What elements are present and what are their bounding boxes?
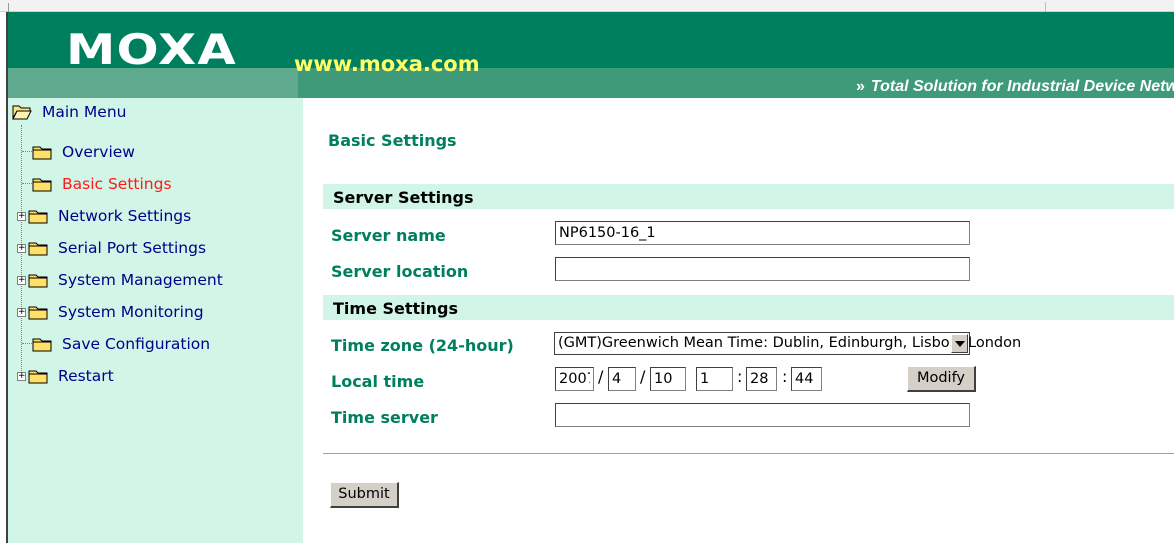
- sidebar-item-label: Basic Settings: [62, 175, 172, 193]
- sidebar-item-restart[interactable]: + Restart: [17, 366, 114, 386]
- sidebar-item-network-settings[interactable]: + Network Settings: [17, 206, 191, 226]
- date-separator: /: [598, 367, 604, 386]
- main-content: Basic Settings Server Settings Server na…: [303, 98, 1174, 543]
- folder-icon: [28, 370, 48, 384]
- sidebar-item-label: Restart: [58, 367, 114, 385]
- page-header: MOXA www.moxa.com » Total Solution for In…: [8, 12, 1174, 98]
- local-time-label: Local time: [331, 372, 425, 391]
- sidebar-item-system-monitoring[interactable]: + System Monitoring: [17, 302, 204, 322]
- sidebar-item-label: System Monitoring: [58, 303, 204, 321]
- sidebar-item-label: Main Menu: [42, 103, 127, 121]
- time-server-label: Time server: [331, 408, 438, 427]
- sidebar-item-label: System Management: [58, 271, 223, 289]
- time-separator: :: [737, 367, 743, 386]
- tree-connector: [22, 183, 32, 184]
- folder-icon: [28, 306, 48, 320]
- day-input[interactable]: [650, 367, 686, 391]
- tree-connector: [22, 151, 32, 152]
- tree-connector: [22, 343, 32, 344]
- sidebar-item-label: Overview: [62, 143, 135, 161]
- folder-icon: [28, 210, 48, 224]
- time-zone-select[interactable]: (GMT)Greenwich Mean Time: Dublin, Edinbu…: [554, 332, 1021, 355]
- server-name-input[interactable]: [555, 221, 970, 245]
- page-title: Basic Settings: [328, 131, 457, 150]
- server-location-input[interactable]: [555, 257, 970, 281]
- folder-icon: [28, 242, 48, 256]
- tagline-text: Total Solution for Industrial Device Net…: [870, 78, 1174, 95]
- time-zone-label: Time zone (24-hour): [331, 336, 514, 355]
- date-separator: /: [640, 367, 646, 386]
- expand-plus-icon[interactable]: +: [17, 211, 26, 221]
- submit-button[interactable]: Submit: [330, 482, 399, 508]
- open-folder-icon: [12, 105, 32, 120]
- sidebar-item-overview[interactable]: Overview: [32, 142, 135, 162]
- sidebar-item-label: Network Settings: [58, 207, 192, 225]
- time-settings-header: Time Settings: [323, 295, 1174, 320]
- browser-frame-top: [0, 0, 1174, 12]
- month-input[interactable]: [608, 367, 636, 391]
- logo-url: www.moxa.com: [294, 52, 480, 76]
- sidebar-menu: Main Menu Overview Basic Settings + Netw…: [8, 98, 303, 543]
- header-tagline: » Total Solution for Industrial Device Ne…: [856, 78, 1174, 96]
- server-name-label: Server name: [331, 226, 446, 245]
- chevron-down-icon[interactable]: [951, 334, 968, 353]
- double-chevron-icon: »: [856, 78, 865, 95]
- sidebar-item-save-configuration[interactable]: Save Configuration: [32, 334, 210, 354]
- sidebar-item-system-management[interactable]: + System Management: [17, 270, 223, 290]
- sidebar-item-basic-settings[interactable]: Basic Settings: [32, 174, 172, 194]
- second-input[interactable]: [791, 367, 822, 391]
- divider: [323, 453, 1174, 455]
- time-server-input[interactable]: [555, 403, 970, 427]
- server-settings-header: Server Settings: [323, 184, 1174, 209]
- sidebar-item-label: Save Configuration: [62, 335, 211, 353]
- sidebar-item-label: Serial Port Settings: [58, 239, 207, 257]
- moxa-logo: MOXA: [66, 25, 237, 74]
- server-location-label: Server location: [331, 262, 469, 281]
- time-separator: :: [782, 367, 788, 386]
- sidebar-item-main-menu[interactable]: Main Menu: [12, 102, 127, 122]
- section-title: Time Settings: [333, 299, 459, 318]
- frame-divider: [1045, 2, 1046, 12]
- minute-input[interactable]: [746, 367, 777, 391]
- folder-icon: [32, 178, 52, 192]
- year-input[interactable]: [555, 367, 594, 391]
- section-title: Server Settings: [333, 188, 474, 207]
- sidebar-item-serial-port-settings[interactable]: + Serial Port Settings: [17, 238, 206, 258]
- modify-button[interactable]: Modify: [907, 366, 976, 392]
- expand-plus-icon[interactable]: +: [17, 243, 26, 253]
- expand-plus-icon[interactable]: +: [17, 307, 26, 317]
- expand-plus-icon[interactable]: +: [17, 275, 26, 285]
- hour-input[interactable]: [696, 367, 733, 391]
- folder-icon: [32, 146, 52, 160]
- expand-plus-icon[interactable]: +: [17, 371, 26, 381]
- folder-icon: [32, 338, 52, 352]
- frame-divider: [8, 3, 9, 12]
- folder-icon: [28, 274, 48, 288]
